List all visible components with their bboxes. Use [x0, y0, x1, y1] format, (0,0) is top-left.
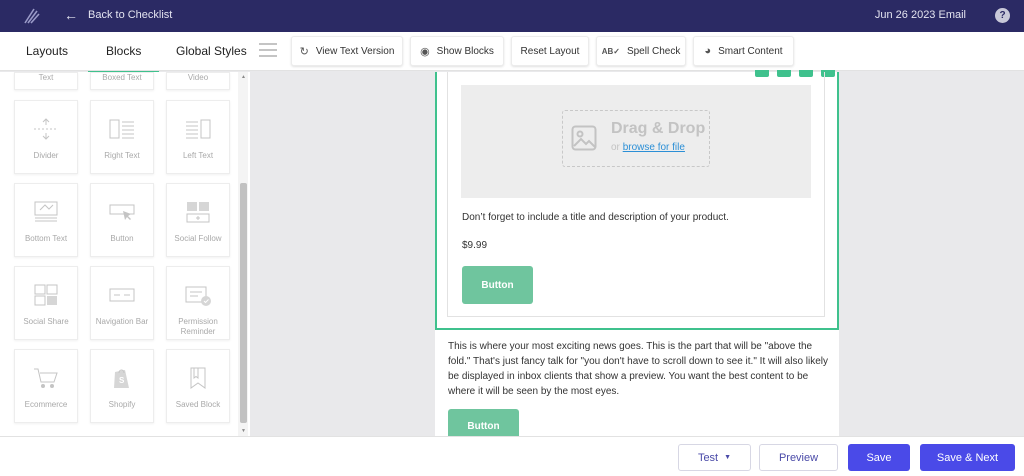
arrow-left-icon: ←	[64, 7, 78, 23]
help-icon[interactable]: ?	[995, 8, 1010, 23]
save-and-next-button[interactable]: Save & Next	[920, 444, 1015, 471]
app-logo-icon[interactable]	[22, 6, 42, 26]
news-paragraph[interactable]: This is where your most exciting news go…	[448, 339, 828, 399]
block-ecommerce[interactable]: Ecommerce	[14, 349, 78, 423]
email-title: Jun 26 2023 Email	[874, 9, 966, 21]
editor-tab-row: Layouts Blocks Global Styles ↻ View Text…	[0, 32, 1024, 73]
back-to-checklist-link[interactable]: ← Back to Checklist	[64, 8, 172, 22]
eye-icon: ◉	[420, 45, 430, 58]
footer-bar: Test ▼ Preview Save Save & Next	[0, 436, 1024, 476]
test-dropdown-button[interactable]: Test ▼	[678, 444, 751, 471]
navigation-bar-icon	[107, 283, 137, 307]
browse-for-file-link[interactable]: browse for file	[623, 142, 685, 153]
menu-icon[interactable]	[259, 43, 277, 59]
permission-reminder-icon	[183, 283, 213, 307]
block-bottom-text[interactable]: Bottom Text	[14, 183, 78, 257]
dropzone-title: Drag & Drop	[611, 120, 706, 137]
sidebar-scrollbar-thumb[interactable]	[240, 183, 247, 423]
spell-check-icon: AB✓	[601, 46, 620, 56]
block-button[interactable]: Button	[90, 183, 154, 257]
tab-layouts[interactable]: Layouts	[26, 44, 68, 58]
product-price[interactable]: $9.99	[462, 240, 487, 251]
tab-global-styles[interactable]: Global Styles	[176, 44, 247, 58]
smart-content-button[interactable]: ◕ Smart Content	[693, 36, 794, 66]
svg-text:S: S	[119, 376, 125, 385]
left-text-icon	[183, 117, 213, 141]
spell-check-button[interactable]: AB✓ Spell Check	[596, 36, 686, 66]
block-video[interactable]: Video	[166, 72, 230, 90]
refresh-icon: ↻	[299, 45, 309, 58]
block-divider[interactable]: Divider	[14, 100, 78, 174]
block-right-text[interactable]: Right Text	[90, 100, 154, 174]
right-text-icon	[107, 117, 137, 141]
block-social-share[interactable]: Social Share	[14, 266, 78, 340]
reset-layout-button[interactable]: Reset Layout	[511, 36, 589, 66]
view-text-version-button[interactable]: ↻ View Text Version	[291, 36, 403, 66]
bottom-text-icon	[31, 200, 61, 224]
shopify-icon: S	[107, 366, 137, 390]
tab-blocks[interactable]: Blocks	[87, 44, 160, 73]
blocks-sidebar: Text Boxed Text Video Divider Right Text…	[0, 72, 250, 436]
block-left-text[interactable]: Left Text	[166, 100, 230, 174]
block-social-follow[interactable]: Social Follow	[166, 183, 230, 257]
block-navigation-bar[interactable]: Navigation Bar	[90, 266, 154, 340]
product-description[interactable]: Don’t forget to include a title and desc…	[462, 212, 729, 223]
bookmark-icon	[183, 366, 213, 390]
show-blocks-button[interactable]: ◉ Show Blocks	[410, 36, 504, 66]
block-boxed-text[interactable]: Boxed Text	[90, 72, 154, 90]
back-label: Back to Checklist	[88, 9, 173, 21]
block-text[interactable]: Text	[14, 72, 78, 90]
caret-down-icon: ▼	[724, 454, 732, 461]
dropzone-subtitle: or browse for file	[611, 142, 685, 153]
shopping-cart-icon	[31, 366, 61, 390]
divider-icon	[31, 117, 61, 141]
scroll-down-icon[interactable]: ▼	[240, 428, 247, 434]
block-saved-block[interactable]: Saved Block	[166, 349, 230, 423]
product-button[interactable]: Button	[462, 266, 533, 304]
preview-button[interactable]: Preview	[759, 444, 838, 471]
social-share-icon	[31, 283, 61, 307]
top-bar: ← Back to Checklist Jun 26 2023 Email ?	[0, 0, 1024, 32]
block-permission-reminder[interactable]: Permission Reminder	[166, 266, 230, 340]
scroll-up-icon[interactable]: ▲	[240, 74, 247, 80]
social-follow-icon	[183, 200, 213, 224]
image-dropzone[interactable]: Drag & Drop or browse for file	[562, 110, 710, 167]
button-block-icon	[107, 200, 137, 224]
block-shopify[interactable]: S Shopify	[90, 349, 154, 423]
smart-content-icon: ◕	[704, 45, 712, 57]
news-button[interactable]: Button	[448, 409, 519, 436]
save-button[interactable]: Save	[848, 444, 910, 471]
image-icon	[571, 125, 597, 151]
